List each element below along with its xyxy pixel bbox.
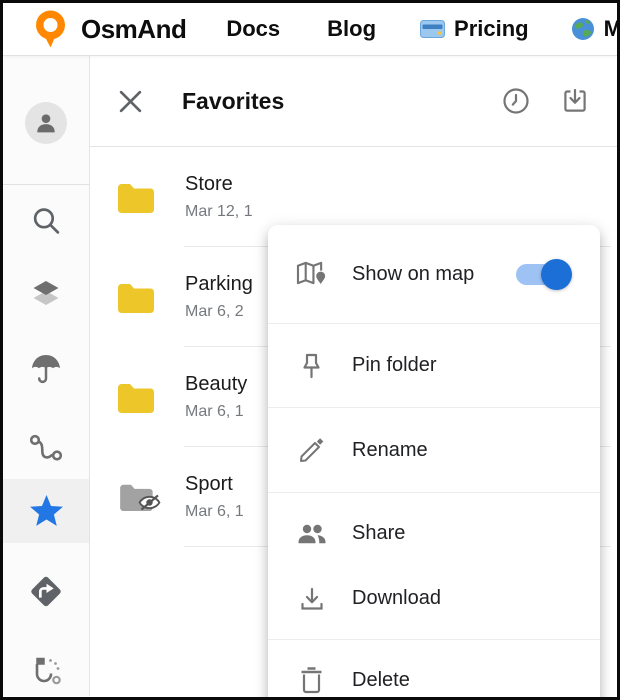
pencil-icon (296, 436, 327, 464)
toggle-thumb (541, 259, 572, 290)
osmand-web-app: OsmAnd Docs Blog Pricing (0, 0, 620, 700)
nav-link-map[interactable]: Map (571, 16, 620, 42)
layers-icon (30, 279, 63, 309)
brand-name[interactable]: OsmAnd (81, 14, 186, 45)
menu-item-download[interactable]: Download (268, 566, 600, 631)
content-area: Favorites (3, 56, 617, 696)
menu-item-pin-folder[interactable]: Pin folder (268, 332, 600, 399)
close-icon[interactable] (117, 88, 144, 115)
sidebar-item-search[interactable] (31, 205, 62, 236)
folder-date: Mar 6, 1 (185, 403, 247, 421)
menu-label: Download (352, 587, 441, 610)
sidebar-item-weather[interactable] (31, 353, 62, 385)
folder-date: Mar 12, 1 (185, 203, 253, 221)
nav-link-pricing[interactable]: Pricing (420, 16, 529, 42)
directions-diamond-icon (28, 573, 65, 610)
folder-icon (115, 182, 155, 213)
download-icon (296, 585, 327, 613)
menu-label: Pin folder (352, 354, 437, 377)
favorites-header: Favorites (90, 56, 617, 147)
sidebar-item-map-layers[interactable] (30, 279, 63, 309)
folder-name: Sport (185, 473, 244, 496)
menu-label: Show on map (352, 263, 474, 286)
menu-item-share[interactable]: Share (268, 501, 600, 566)
plan-route-icon (29, 655, 64, 688)
folder-date: Mar 6, 2 (185, 303, 253, 321)
sidebar-item-favorites[interactable] (3, 479, 89, 543)
push-pin-icon (296, 352, 327, 380)
sidebar-item-account[interactable] (25, 102, 67, 144)
clock-history-icon[interactable] (502, 87, 530, 115)
menu-item-rename[interactable]: Rename (268, 416, 600, 484)
umbrella-icon (31, 353, 62, 385)
route-waypoints-icon (29, 433, 64, 463)
show-on-map-toggle[interactable] (516, 264, 570, 285)
trash-icon (296, 666, 327, 694)
osmand-logo-icon[interactable] (35, 10, 66, 48)
sidebar-item-navigation[interactable] (28, 573, 65, 610)
menu-label: Rename (352, 439, 428, 462)
left-sidebar (3, 56, 90, 696)
avatar-icon (25, 102, 67, 144)
search-icon (31, 205, 62, 236)
map-with-pin-icon (296, 260, 327, 288)
favorites-star-icon (28, 494, 65, 529)
folder-icon (115, 382, 155, 413)
menu-item-delete[interactable]: Delete (268, 648, 600, 700)
sidebar-divider (3, 184, 89, 185)
folder-name: Store (185, 173, 253, 196)
eye-off-icon (138, 494, 161, 516)
folder-date: Mar 6, 1 (185, 503, 244, 521)
nav-link-blog[interactable]: Blog (327, 16, 376, 42)
nav-link-docs[interactable]: Docs (226, 16, 280, 42)
globe-icon (571, 17, 595, 41)
folder-hidden-icon (115, 483, 155, 511)
menu-label: Delete (352, 669, 410, 692)
folder-name: Beauty (185, 373, 247, 396)
top-navbar: OsmAnd Docs Blog Pricing (3, 3, 617, 56)
people-icon (296, 522, 327, 545)
credit-card-icon (420, 20, 445, 38)
sidebar-item-tracks[interactable] (29, 433, 64, 463)
menu-item-show-on-map[interactable]: Show on map (268, 233, 600, 315)
folder-name: Parking (185, 273, 253, 296)
sidebar-item-plan-route[interactable] (29, 655, 64, 688)
menu-label: Share (352, 522, 405, 545)
import-icon[interactable] (561, 87, 589, 115)
folder-icon (115, 282, 155, 313)
panel-title: Favorites (182, 88, 284, 115)
folder-context-menu: Show on map Pin folder (268, 225, 600, 700)
